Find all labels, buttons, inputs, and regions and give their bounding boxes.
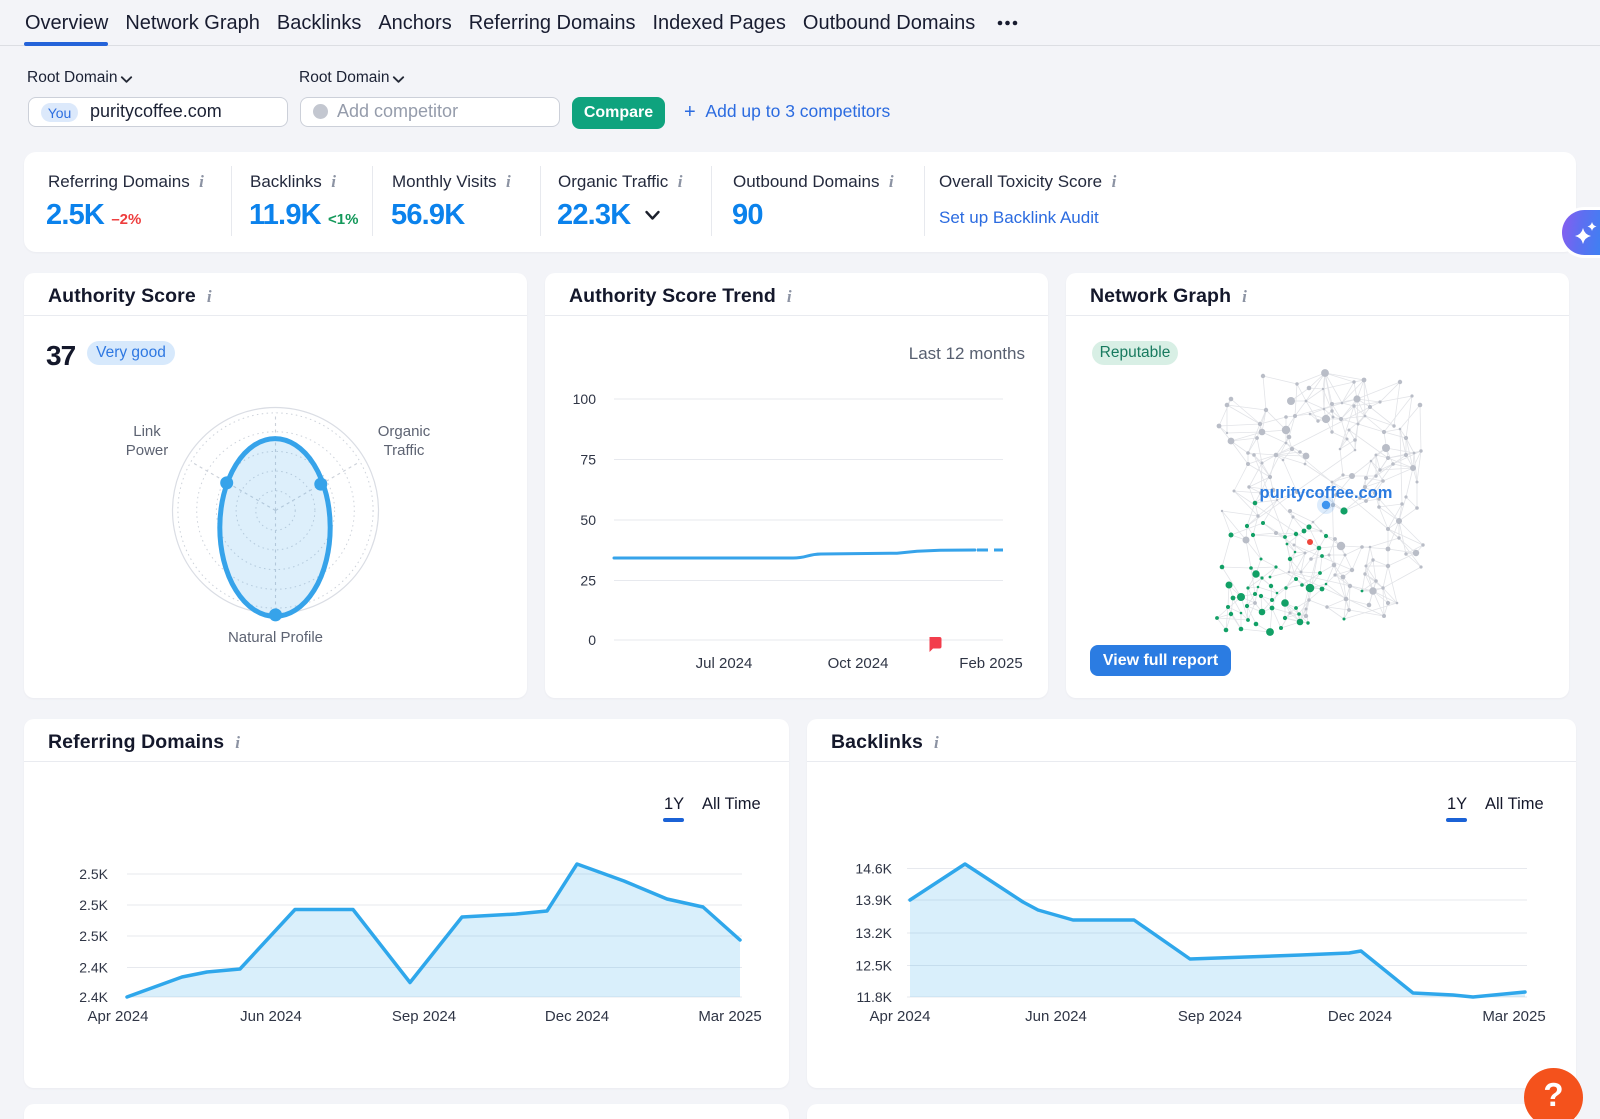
svg-text:Jul 2024: Jul 2024 bbox=[696, 655, 753, 672]
svg-text:Mar 2025: Mar 2025 bbox=[698, 1008, 761, 1025]
svg-text:11.8K: 11.8K bbox=[856, 989, 892, 1005]
svg-text:25: 25 bbox=[580, 573, 596, 589]
svg-text:Jun 2024: Jun 2024 bbox=[240, 1008, 302, 1025]
svg-text:75: 75 bbox=[580, 452, 596, 468]
svg-text:Sep 2024: Sep 2024 bbox=[392, 1008, 456, 1025]
svg-text:2.4K: 2.4K bbox=[79, 989, 108, 1005]
svg-text:50: 50 bbox=[580, 512, 596, 528]
svg-text:Mar 2025: Mar 2025 bbox=[1482, 1008, 1545, 1025]
svg-text:2.5K: 2.5K bbox=[79, 928, 108, 944]
svg-text:0: 0 bbox=[588, 632, 596, 648]
svg-text:Apr 2024: Apr 2024 bbox=[870, 1008, 931, 1025]
svg-text:2.4K: 2.4K bbox=[79, 960, 108, 976]
svg-text:12.5K: 12.5K bbox=[855, 958, 892, 974]
svg-text:Dec 2024: Dec 2024 bbox=[545, 1008, 609, 1025]
svg-text:Dec 2024: Dec 2024 bbox=[1328, 1008, 1392, 1025]
svg-text:14.6K: 14.6K bbox=[855, 861, 892, 877]
svg-text:100: 100 bbox=[573, 391, 597, 407]
svg-text:13.9K: 13.9K bbox=[855, 892, 892, 908]
svg-text:Apr 2024: Apr 2024 bbox=[88, 1008, 149, 1025]
svg-text:Feb 2025: Feb 2025 bbox=[959, 655, 1022, 672]
svg-text:13.2K: 13.2K bbox=[855, 925, 892, 941]
svg-text:Sep 2024: Sep 2024 bbox=[1178, 1008, 1242, 1025]
svg-text:2.5K: 2.5K bbox=[79, 866, 108, 882]
svg-text:Oct 2024: Oct 2024 bbox=[828, 655, 889, 672]
svg-text:2.5K: 2.5K bbox=[79, 897, 108, 913]
svg-text:Jun 2024: Jun 2024 bbox=[1025, 1008, 1087, 1025]
